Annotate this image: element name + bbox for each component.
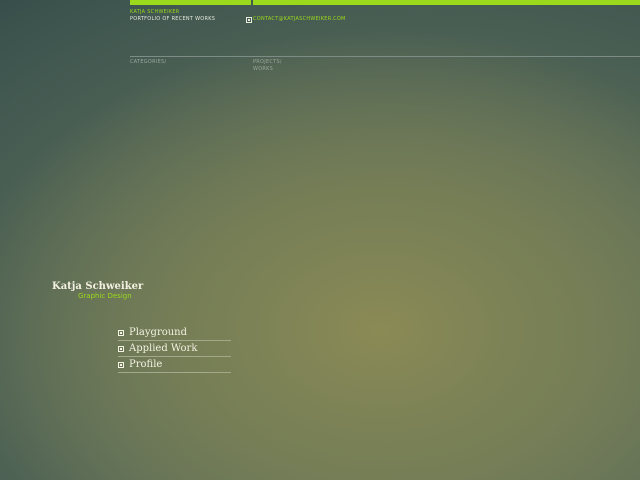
nav-works[interactable]: WORKS (253, 66, 273, 73)
main-menu: Playground Applied Work Profile (118, 325, 231, 373)
menu-item-playground[interactable]: Playground (118, 325, 231, 341)
bullet-icon (118, 361, 124, 368)
bullet-icon (118, 345, 124, 352)
menu-item-label: Playground (129, 327, 188, 338)
bullet-icon (118, 329, 124, 336)
menu-item-label: Profile (129, 359, 163, 370)
nav-projects[interactable]: PROJECTS/ (253, 59, 282, 66)
menu-item-applied-work[interactable]: Applied Work (118, 341, 231, 357)
mail-icon (246, 17, 252, 23)
menu-item-profile[interactable]: Profile (118, 357, 231, 373)
header-divider (130, 56, 640, 57)
menu-item-label: Applied Work (129, 343, 198, 354)
contact-link[interactable]: CONTACT@KATJASCHWEIKER.COM (253, 16, 346, 23)
header-tagline: PORTFOLIO OF RECENT WORKS (130, 16, 216, 22)
header-owner: KATJA SCHWEIKER (130, 9, 180, 15)
top-accent-bar-right (253, 0, 640, 5)
nav-categories[interactable]: CATEGORIES/ (130, 59, 166, 66)
top-accent-bar-left (130, 0, 251, 5)
site-owner-name: Katja Schweiker (52, 281, 144, 292)
site-owner-role: Graphic Design (78, 292, 132, 300)
